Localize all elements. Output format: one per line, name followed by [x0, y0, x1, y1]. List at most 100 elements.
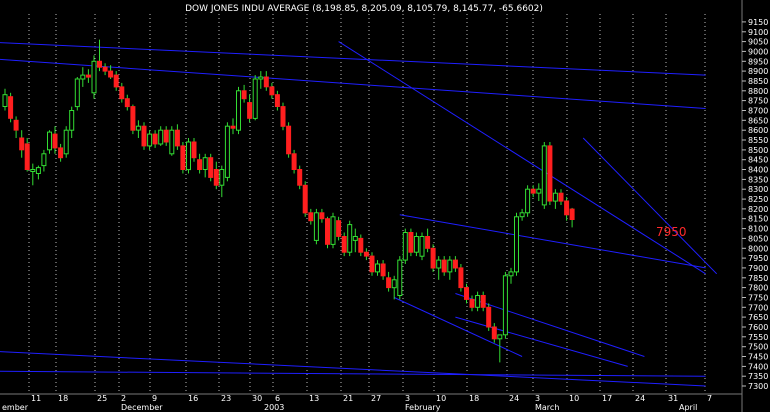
x-tick-label: 18 [58, 394, 68, 403]
candle-down [336, 216, 342, 241]
month-label: December [121, 403, 163, 412]
y-tick-label: 8750 [748, 97, 768, 106]
candle-up [313, 208, 319, 245]
candle-body [135, 125, 141, 131]
candle-body [119, 86, 125, 100]
candle-body [564, 200, 570, 216]
candle-up [186, 138, 191, 174]
candle-up [252, 75, 258, 121]
candle-body [514, 216, 519, 273]
candle-body [419, 236, 425, 257]
candle-body [274, 94, 280, 107]
candle-body [52, 133, 58, 149]
x-tick-label: 31 [668, 394, 678, 403]
candle-down [430, 244, 436, 272]
y-tick-label: 9150 [748, 18, 768, 27]
candle-body [397, 259, 403, 297]
candle-body [41, 153, 47, 167]
candle-body [47, 131, 52, 151]
candle-up [330, 212, 336, 249]
candle-body [297, 169, 303, 186]
month-label: April [679, 403, 697, 412]
x-tick-label: 11 [31, 394, 41, 403]
candle-body [363, 251, 369, 257]
candle-body [541, 145, 547, 206]
candle-body [102, 66, 108, 72]
candle-body [447, 259, 453, 273]
month-label: ember [2, 403, 29, 412]
candle-body [213, 169, 219, 186]
candle-body [158, 129, 164, 145]
candle-body [19, 137, 25, 151]
candle-down [141, 122, 147, 150]
y-tick-label: 7550 [748, 333, 768, 342]
candle-body [113, 74, 119, 88]
x-tick-label: 10 [569, 394, 579, 403]
candle-body [341, 236, 347, 253]
y-tick-label: 8950 [748, 57, 768, 66]
x-tick-label: 23 [221, 394, 231, 403]
candle-body [413, 236, 419, 253]
candle-down [297, 165, 303, 190]
candle-body [163, 129, 169, 143]
y-tick-label: 7300 [748, 382, 768, 391]
y-tick-label: 8700 [748, 107, 768, 116]
y-tick-label: 9050 [748, 38, 768, 47]
price-target-annotation: 7950 [656, 225, 687, 239]
candle-body [325, 218, 330, 245]
x-tick-label: 13 [309, 394, 319, 403]
candle-up [525, 185, 531, 217]
candle-body [391, 279, 397, 289]
dow-jones-chart[interactable]: 9150910090509000895089008850880087508700… [0, 0, 770, 412]
candle-body [124, 98, 130, 108]
candle-body [330, 216, 336, 245]
candle-body [369, 255, 375, 273]
candle-body [30, 169, 36, 172]
candle-body [380, 263, 386, 277]
candle-body [402, 232, 408, 261]
y-tick-label: 8850 [748, 77, 768, 86]
y-tick-label: 7350 [748, 372, 768, 381]
candle-body [358, 237, 364, 253]
candle-body [63, 129, 69, 155]
y-tick-label: 8350 [748, 175, 768, 184]
candle-body [258, 76, 264, 80]
candle-down [547, 142, 553, 205]
chart-background [0, 0, 770, 412]
x-tick-label: 2 [121, 394, 126, 403]
x-tick-label: 17 [602, 394, 612, 403]
candle-body [202, 157, 208, 170]
candle-body [247, 102, 253, 119]
candle-body [464, 287, 469, 300]
candle-up [397, 256, 403, 300]
candle-down [408, 228, 414, 257]
chart-container: 9150 9100 9050 9000 8950 8900 8850 8800 8750 8700… [0, 0, 770, 412]
y-tick-label: 7750 [748, 294, 768, 303]
candle-body [263, 76, 269, 88]
candle-body [502, 275, 508, 336]
candle-body [147, 133, 153, 147]
candle-body [508, 271, 514, 277]
candle-body [24, 143, 30, 170]
candle-body [336, 220, 342, 237]
candle-body [569, 208, 575, 221]
candle-body [130, 106, 136, 131]
candle-body [74, 78, 80, 108]
candle-body [552, 192, 558, 202]
candle-body [458, 267, 464, 289]
candle-down [291, 149, 297, 174]
candle-body [286, 125, 292, 155]
x-tick-label: 6 [275, 394, 280, 403]
y-tick-label: 7650 [748, 313, 768, 322]
candle-body [519, 212, 525, 218]
y-tick-label: 8400 [748, 166, 768, 175]
candle-body [13, 119, 19, 131]
candle-body [525, 188, 531, 214]
y-tick-label: 8200 [748, 205, 768, 214]
candle-up [169, 126, 175, 156]
x-tick-label: 27 [371, 394, 381, 403]
candle-body [430, 247, 436, 269]
candle-up [224, 122, 230, 182]
y-tick-label: 8900 [748, 67, 768, 76]
candle-body [291, 153, 297, 171]
